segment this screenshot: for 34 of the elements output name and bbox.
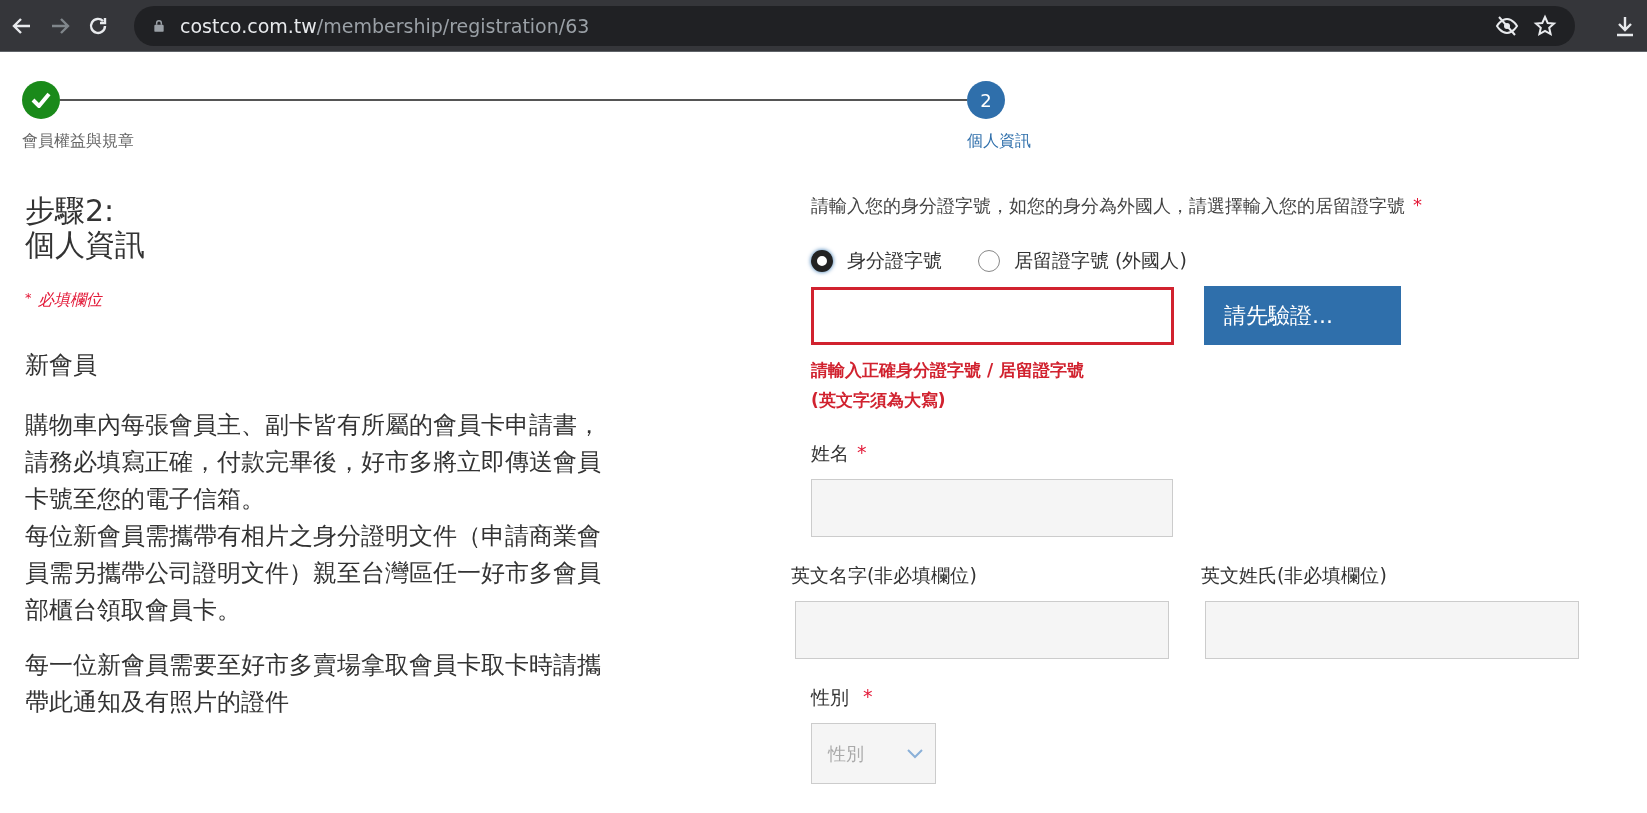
name-input[interactable] [811, 479, 1173, 537]
radio-button[interactable] [811, 250, 833, 272]
error-message: 請輸入正確身分證字號 / 居留證字號 (英文字須為大寫) [811, 359, 1086, 412]
required-asterisk: * [25, 290, 32, 307]
radio-label[interactable]: 居留證字號 (外國人) [1014, 248, 1187, 274]
verify-button[interactable]: 請先驗證... [1204, 286, 1401, 345]
star-icon[interactable] [1533, 13, 1557, 38]
english-name-input[interactable] [1205, 601, 1579, 659]
english-name-input[interactable] [795, 601, 1169, 659]
step-number-circle: 2 [967, 81, 1005, 119]
info-paragraph: 每一位新會員需要至好市多賣場拿取會員卡取卡時請攜帶此通知及有照片的證件 [25, 650, 602, 718]
radio-label[interactable]: 身分證字號 [847, 248, 942, 274]
required-asterisk: * [1413, 194, 1422, 217]
chevron-down-icon [907, 748, 923, 759]
required-asterisk: * [863, 685, 873, 709]
field-label: 英文姓氏(非必填欄位) [1201, 563, 1387, 588]
lock-icon [152, 17, 166, 34]
checkmark-icon [31, 92, 51, 108]
id-prompt: 請輸入您的身分證字號，如您的身分為外國人，請選擇輸入您的居留證字號 [811, 194, 1405, 218]
section-heading: 新會員 [25, 350, 98, 381]
radio-button[interactable] [978, 250, 1000, 272]
field-label: 英文名字(非必填欄位) [791, 563, 977, 588]
step-label: 會員權益與規章 [22, 131, 135, 152]
field-label: 姓名 [811, 441, 849, 466]
url-text: costco.com.tw/membership/registration/63 [180, 14, 591, 37]
required-note: 必填欄位 [37, 290, 102, 311]
required-asterisk: * [857, 441, 867, 465]
id-number-input[interactable] [811, 286, 1174, 345]
address-bar[interactable]: costco.com.tw/membership/registration/63 [134, 5, 1575, 46]
page-heading: 步驟2: 個人資訊 [25, 194, 146, 262]
info-paragraph: 購物車內每張會員主、副卡皆有所屬的會員卡申請書，請務必填寫正確，付款完畢後，好市多將立即傳送會員卡號至您的電子信箱。 [25, 410, 602, 515]
info-paragraph: 每位新會員需攜帶有相片之身分證明文件（申請商業會員需另攜帶公司證明文件）親至台灣區任一好市多會員部櫃台領取會員卡。 [25, 521, 602, 626]
step-label: 個人資訊 [967, 131, 1032, 152]
field-label: 性別 [811, 685, 849, 710]
